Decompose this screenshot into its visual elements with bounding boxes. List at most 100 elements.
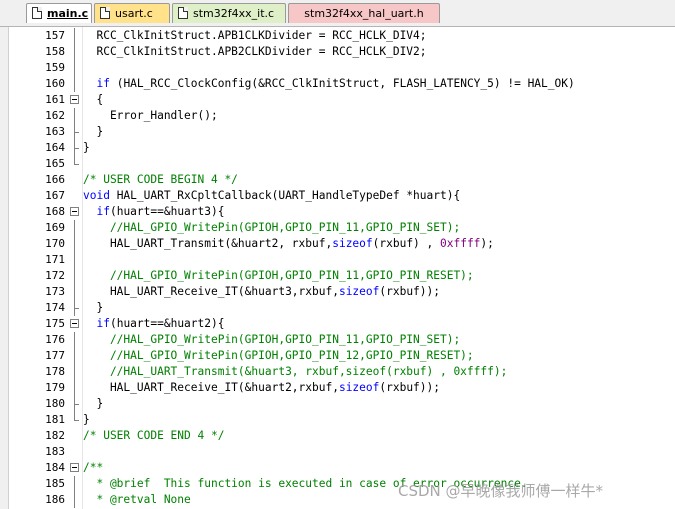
code-line[interactable]: 163 } xyxy=(0,124,675,140)
code-line[interactable]: 162 Error_Handler(); xyxy=(0,108,675,124)
code-line[interactable]: 173 HAL_UART_Receive_IT(&huart3,rxbuf,si… xyxy=(0,284,675,300)
code-line[interactable]: 158 RCC_ClkInitStruct.APB2CLKDivider = R… xyxy=(0,44,675,60)
code-text: //HAL_GPIO_WritePin(GPIOH,GPIO_PIN_12,GP… xyxy=(83,348,474,364)
number-token: 0xffff xyxy=(440,237,481,250)
code-token: (rxbuf) , xyxy=(372,237,440,250)
fold-guide-end xyxy=(74,412,79,421)
code-line[interactable]: 171 xyxy=(0,252,675,268)
code-text: if (HAL_RCC_ClockConfig(&RCC_ClkInitStru… xyxy=(83,76,574,92)
line-number: 162 xyxy=(45,109,65,122)
fold-toggle-icon[interactable] xyxy=(70,207,79,216)
tab-main-c[interactable]: main.c xyxy=(26,3,92,23)
keyword-token: if xyxy=(96,205,110,218)
code-line[interactable]: 183 xyxy=(0,444,675,460)
code-token: } xyxy=(83,413,90,426)
code-line[interactable]: 167 void HAL_UART_RxCpltCallback(UART_Han… xyxy=(0,188,675,204)
code-line[interactable]: 177 //HAL_GPIO_WritePin(GPIOH,GPIO_PIN_1… xyxy=(0,348,675,364)
code-token: (huart==&huart3){ xyxy=(109,205,225,218)
code-line[interactable]: 169 //HAL_GPIO_WritePin(GPIOH,GPIO_PIN_1… xyxy=(0,220,675,236)
code-text: } xyxy=(83,124,103,140)
fold-guide xyxy=(74,220,75,236)
code-line[interactable]: 182 /* USER CODE END 4 */ xyxy=(0,428,675,444)
code-token: (rxbuf)); xyxy=(379,285,440,298)
fold-guide xyxy=(74,252,75,268)
code-text: HAL_UART_Receive_IT(&huart3,rxbuf,sizeof… xyxy=(83,284,440,300)
keyword-token: if xyxy=(96,317,110,330)
code-text: /* USER CODE END 4 */ xyxy=(83,428,224,444)
fold-guide-end xyxy=(74,156,79,165)
code-line[interactable]: 165 xyxy=(0,156,675,172)
file-icon xyxy=(178,7,188,19)
line-number: 175 xyxy=(45,317,65,330)
code-line[interactable]: 174 } xyxy=(0,300,675,316)
fold-toggle-icon[interactable] xyxy=(70,319,79,328)
code-line[interactable]: 178 //HAL_UART_Transmit(&huart3, rxbuf,s… xyxy=(0,364,675,380)
code-text: HAL_UART_Receive_IT(&huart2,rxbuf,sizeof… xyxy=(83,380,440,396)
code-token: } xyxy=(83,141,90,154)
comment-token: * @retval None xyxy=(83,493,191,506)
code-text: HAL_UART_Transmit(&huart2, rxbuf,sizeof(… xyxy=(83,236,494,252)
code-line[interactable]: 168 if(huart==&huart3){ xyxy=(0,204,675,220)
file-tab-bar: main.c usart.c stm32f4xx_it.c stm32f4xx_… xyxy=(0,0,675,27)
line-number: 185 xyxy=(45,477,65,490)
code-line[interactable]: 166 /* USER CODE BEGIN 4 */ xyxy=(0,172,675,188)
code-line[interactable]: 175 if(huart==&huart2){ xyxy=(0,316,675,332)
code-text: { xyxy=(83,92,103,108)
code-line[interactable]: 157 RCC_ClkInitStruct.APB1CLKDivider = R… xyxy=(0,28,675,44)
code-line[interactable]: 179 HAL_UART_Receive_IT(&huart2,rxbuf,si… xyxy=(0,380,675,396)
line-number: 169 xyxy=(45,221,65,234)
code-line[interactable]: 172 //HAL_GPIO_WritePin(GPIOH,GPIO_PIN_1… xyxy=(0,268,675,284)
code-editor[interactable]: 157 RCC_ClkInitStruct.APB1CLKDivider = R… xyxy=(0,27,675,509)
keyword-token: void xyxy=(83,189,110,202)
line-number: 161 xyxy=(45,93,65,106)
code-line[interactable]: 159 xyxy=(0,60,675,76)
code-line[interactable]: 161 { xyxy=(0,92,675,108)
code-line[interactable]: 164} xyxy=(0,140,675,156)
code-text: /* USER CODE BEGIN 4 */ xyxy=(83,172,238,188)
line-number: 177 xyxy=(45,349,65,362)
line-number: 184 xyxy=(45,461,65,474)
fold-guide-end xyxy=(74,300,79,316)
line-number: 160 xyxy=(45,77,65,90)
fold-toggle-icon[interactable] xyxy=(70,463,79,472)
keyword-token: if xyxy=(96,77,110,90)
fold-guide xyxy=(74,108,75,124)
line-number: 158 xyxy=(45,45,65,58)
code-line[interactable]: 184 /** xyxy=(0,460,675,476)
line-number: 163 xyxy=(45,125,65,138)
fold-guide xyxy=(74,236,75,252)
code-line[interactable]: 170 HAL_UART_Transmit(&huart2, rxbuf,siz… xyxy=(0,236,675,252)
fold-guide-end xyxy=(74,396,79,412)
code-line[interactable]: 176 //HAL_GPIO_WritePin(GPIOH,GPIO_PIN_1… xyxy=(0,332,675,348)
code-line[interactable]: 160 if (HAL_RCC_ClockConfig(&RCC_ClkInit… xyxy=(0,76,675,92)
code-token: ); xyxy=(480,237,494,250)
line-number: 172 xyxy=(45,269,65,282)
code-text: RCC_ClkInitStruct.APB1CLKDivider = RCC_H… xyxy=(83,28,426,44)
code-token: } xyxy=(83,301,104,314)
code-text: } xyxy=(83,412,90,428)
tab-stm32f4xx-hal-uart-h[interactable]: stm32f4xx_hal_uart.h xyxy=(288,3,440,23)
code-text: RCC_ClkInitStruct.APB2CLKDivider = RCC_H… xyxy=(83,44,426,60)
file-icon xyxy=(100,7,110,19)
fold-toggle-icon[interactable] xyxy=(70,95,79,104)
line-number: 164 xyxy=(45,141,65,154)
code-text: //HAL_UART_Transmit(&huart3, rxbuf,sizeo… xyxy=(83,364,507,380)
keyword-token: sizeof xyxy=(332,237,373,250)
comment-token: //HAL_UART_Transmit(&huart3, rxbuf,sizeo… xyxy=(83,365,508,378)
code-line[interactable]: 180 } xyxy=(0,396,675,412)
line-number: 157 xyxy=(45,29,65,42)
code-token: } xyxy=(83,125,104,138)
code-line[interactable]: 181} xyxy=(0,412,675,428)
tab-label: usart.c xyxy=(115,7,153,20)
code-token: HAL_UART_Transmit(&huart2, rxbuf, xyxy=(83,237,333,250)
tab-usart-c[interactable]: usart.c xyxy=(94,3,170,23)
comment-token: /* USER CODE END 4 */ xyxy=(83,429,225,442)
comment-token: //HAL_GPIO_WritePin(GPIOH,GPIO_PIN_11,GP… xyxy=(83,221,461,234)
comment-token: //HAL_GPIO_WritePin(GPIOH,GPIO_PIN_12,GP… xyxy=(83,349,474,362)
comment-token: /* USER CODE BEGIN 4 */ xyxy=(83,173,238,186)
tab-stm32f4xx-it-c[interactable]: stm32f4xx_it.c xyxy=(172,3,286,23)
fold-guide xyxy=(74,284,75,300)
line-number: 167 xyxy=(45,189,65,202)
